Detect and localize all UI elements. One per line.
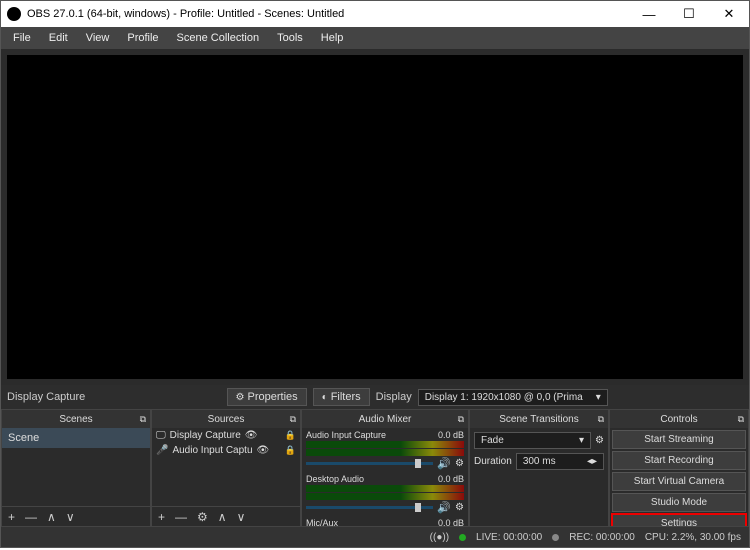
display-select[interactable]: Display 1: 1920x1080 @ 0,0 (Prima▾ (418, 389, 608, 406)
transition-select[interactable]: Fade▾ (474, 432, 591, 449)
add-scene-button[interactable]: + (8, 510, 15, 524)
start-streaming-button[interactable]: Start Streaming (612, 430, 746, 449)
slider-knob[interactable] (415, 503, 421, 512)
close-button[interactable]: ✕ (709, 1, 749, 27)
display-label: Display (376, 391, 412, 403)
remove-scene-button[interactable]: — (25, 510, 37, 524)
level-meter (306, 449, 464, 456)
gear-icon[interactable]: ⚙ (595, 435, 604, 446)
speaker-icon[interactable]: 🔊 (437, 501, 451, 514)
undock-icon[interactable]: ⧉ (458, 414, 464, 425)
source-down-button[interactable]: ∨ (237, 510, 246, 524)
maximize-button[interactable]: ☐ (669, 1, 709, 27)
add-source-button[interactable]: + (158, 510, 165, 524)
broadcast-icon: ((●)) (430, 532, 449, 543)
settings-button[interactable]: Settings (612, 514, 746, 526)
gear-icon[interactable]: ⚙ (455, 502, 464, 513)
statusbar: ((●)) LIVE: 00:00:00 REC: 00:00:00 CPU: … (1, 527, 749, 547)
rec-time: REC: 00:00:00 (569, 532, 635, 543)
menu-scene-collection[interactable]: Scene Collection (169, 30, 268, 46)
chevron-down-icon: ▾ (596, 392, 601, 403)
live-indicator-icon (459, 534, 466, 541)
source-properties-button[interactable]: ⚙ (197, 510, 208, 524)
stepper-icon: ◂▸ (587, 456, 597, 467)
mixer-item: Audio Input Capture0.0 dB 🔊 ⚙ (306, 430, 464, 470)
chevron-down-icon: ▾ (579, 435, 584, 446)
audio-mixer-panel: Audio Mixer ⧉ Audio Input Capture0.0 dB 🔊… (301, 409, 469, 527)
speaker-icon[interactable]: 🔊 (437, 457, 451, 470)
studio-mode-button[interactable]: Studio Mode (612, 493, 746, 512)
lock-icon[interactable]: 🔒 (285, 430, 296, 441)
level-meter (306, 493, 464, 500)
transitions-panel: Scene Transitions ⧉ Fade▾ ⚙ Duration 300 … (469, 409, 609, 527)
menu-tools[interactable]: Tools (269, 30, 311, 46)
volume-slider[interactable] (306, 506, 433, 509)
source-toolbar: Display Capture ⚙Properties ◐Filters Dis… (1, 385, 749, 409)
sources-title: Sources (208, 414, 245, 425)
rec-indicator-icon (552, 534, 559, 541)
mixer-title: Audio Mixer (359, 414, 412, 425)
live-time: LIVE: 00:00:00 (476, 532, 542, 543)
filters-button[interactable]: ◐Filters (313, 388, 370, 406)
source-item[interactable]: 🖵 Display Capture 👁 🔒 (152, 428, 300, 443)
cpu-status: CPU: 2.2%, 30.00 fps (645, 532, 741, 543)
menu-edit[interactable]: Edit (41, 30, 76, 46)
level-meter (306, 441, 464, 448)
menu-file[interactable]: File (5, 30, 39, 46)
undock-icon[interactable]: ⧉ (598, 414, 604, 425)
undock-icon[interactable]: ⧉ (738, 414, 744, 425)
menu-help[interactable]: Help (313, 30, 352, 46)
display-icon: 🖵 (156, 430, 166, 441)
mixer-item: Desktop Audio0.0 dB 🔊 ⚙ (306, 474, 464, 514)
duration-label: Duration (474, 456, 512, 467)
menu-profile[interactable]: Profile (119, 30, 166, 46)
scenes-panel: Scenes ⧉ Scene + — ∧ ∨ (1, 409, 151, 527)
undock-icon[interactable]: ⧉ (290, 414, 296, 425)
level-meter (306, 485, 464, 492)
scenes-title: Scenes (59, 414, 92, 425)
mic-icon: 🎤 (156, 445, 168, 456)
start-virtual-camera-button[interactable]: Start Virtual Camera (612, 472, 746, 491)
gear-icon[interactable]: ⚙ (455, 458, 464, 469)
minimize-button[interactable]: — (629, 1, 669, 27)
selected-source-label: Display Capture (7, 391, 85, 403)
menubar: File Edit View Profile Scene Collection … (1, 27, 749, 49)
scene-up-button[interactable]: ∧ (47, 510, 56, 524)
eye-icon[interactable]: 👁 (257, 445, 270, 456)
app-icon (7, 7, 21, 21)
remove-source-button[interactable]: — (175, 510, 187, 524)
slider-knob[interactable] (415, 459, 421, 468)
window-title: OBS 27.0.1 (64-bit, windows) - Profile: … (27, 8, 629, 20)
volume-slider[interactable] (306, 462, 433, 465)
undock-icon[interactable]: ⧉ (140, 414, 146, 425)
sources-panel: Sources ⧉ 🖵 Display Capture 👁 🔒 🎤 Audio I… (151, 409, 301, 527)
controls-title: Controls (660, 414, 697, 425)
titlebar: OBS 27.0.1 (64-bit, windows) - Profile: … (1, 1, 749, 27)
controls-panel: Controls ⧉ Start Streaming Start Recordin… (609, 409, 749, 527)
scene-down-button[interactable]: ∨ (66, 510, 75, 524)
properties-button[interactable]: ⚙Properties (227, 388, 307, 406)
source-item[interactable]: 🎤 Audio Input Captu 👁 🔒 (152, 443, 300, 458)
start-recording-button[interactable]: Start Recording (612, 451, 746, 470)
menu-view[interactable]: View (78, 30, 118, 46)
transitions-title: Scene Transitions (499, 414, 579, 425)
lock-icon[interactable]: 🔒 (285, 445, 296, 456)
mixer-item: Mic/Aux0.0 dB (306, 518, 464, 526)
scene-item[interactable]: Scene (2, 428, 150, 448)
eye-icon[interactable]: 👁 (245, 430, 258, 441)
duration-input[interactable]: 300 ms◂▸ (516, 453, 604, 470)
source-up-button[interactable]: ∧ (218, 510, 227, 524)
gear-icon: ⚙ (236, 392, 245, 403)
preview-area[interactable] (7, 55, 743, 379)
filter-icon: ◐ (322, 392, 328, 403)
